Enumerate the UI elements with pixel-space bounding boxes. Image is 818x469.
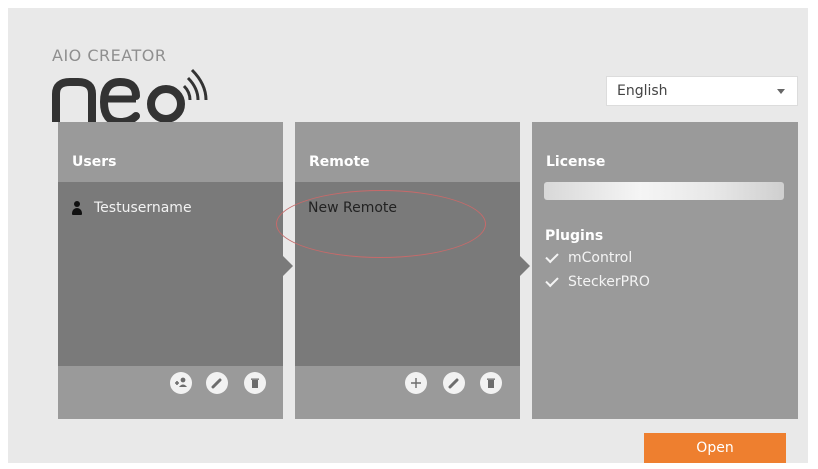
plugin-name: mControl xyxy=(568,250,633,266)
user-item[interactable]: Testusername xyxy=(72,200,192,216)
plugin-item: mControl xyxy=(545,249,633,266)
delete-user-button[interactable] xyxy=(244,372,266,394)
remote-panel: Remote New Remote xyxy=(276,122,520,419)
add-remote-button[interactable] xyxy=(405,372,427,394)
delete-remote-button[interactable] xyxy=(480,372,502,394)
users-header: Users xyxy=(58,122,283,182)
license-key-blurred xyxy=(544,182,784,200)
add-user-button[interactable] xyxy=(170,372,192,394)
dropdown-caret-icon xyxy=(777,88,785,94)
user-name: Testusername xyxy=(94,200,192,216)
edit-icon xyxy=(211,378,222,389)
users-arrow xyxy=(283,256,293,276)
plugin-name: SteckerPRO xyxy=(568,274,650,290)
users-toolbar xyxy=(58,366,283,419)
check-icon xyxy=(545,273,559,288)
plugin-item: SteckerPRO xyxy=(545,273,650,290)
users-panel: Users Testusername xyxy=(58,122,283,419)
delete-icon xyxy=(251,378,259,388)
remote-toolbar xyxy=(295,366,520,419)
plugins-title: Plugins xyxy=(545,228,604,244)
users-list: Testusername xyxy=(58,182,283,366)
add-icon xyxy=(411,378,421,388)
remote-title: Remote xyxy=(309,154,370,170)
language-value: English xyxy=(617,83,668,99)
license-title: License xyxy=(546,154,606,170)
edit-user-button[interactable] xyxy=(206,372,228,394)
remote-list: New Remote xyxy=(276,182,520,366)
annotation-ellipse xyxy=(276,190,486,258)
edit-remote-button[interactable] xyxy=(443,372,465,394)
logo-neo-icon xyxy=(52,68,208,126)
check-icon xyxy=(545,249,559,264)
remote-item[interactable]: New Remote xyxy=(276,190,486,258)
add-user-icon xyxy=(175,377,187,387)
language-select[interactable]: English xyxy=(606,76,798,106)
license-panel: License Plugins mControl SteckerPRO xyxy=(532,122,798,419)
logo: AIO CREATOR xyxy=(52,46,208,126)
delete-icon xyxy=(487,378,495,388)
edit-icon xyxy=(448,378,459,389)
remote-header: Remote xyxy=(295,122,520,182)
user-icon xyxy=(72,201,82,215)
logo-subtitle: AIO CREATOR xyxy=(52,46,167,65)
open-button[interactable]: Open xyxy=(644,433,786,463)
users-title: Users xyxy=(72,154,117,170)
remote-arrow xyxy=(520,256,530,276)
